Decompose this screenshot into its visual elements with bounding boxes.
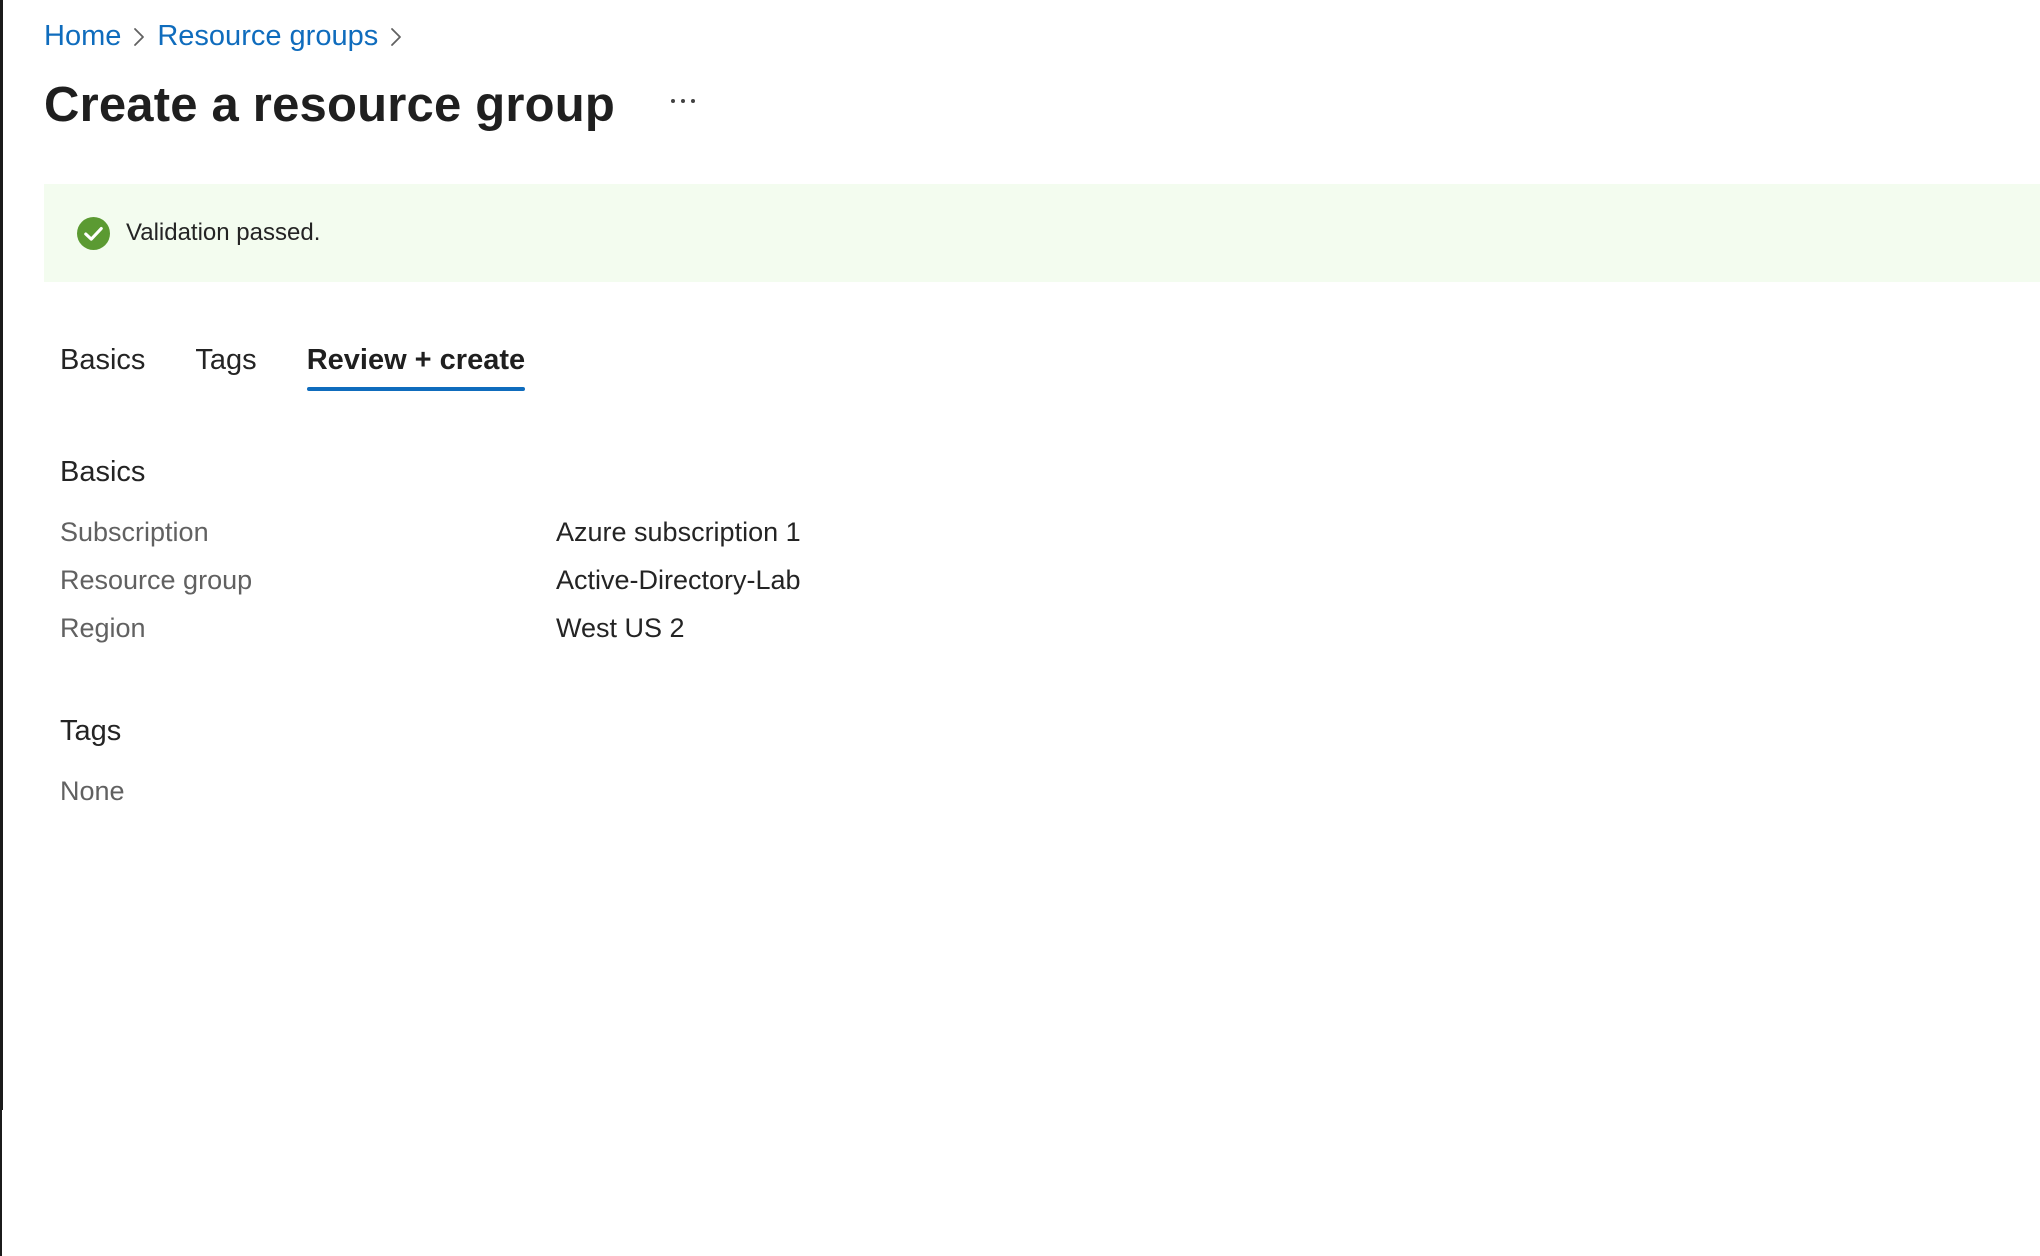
check-circle-icon [77,216,110,250]
breadcrumb: Home Resource groups [44,14,414,58]
summary-value: West US 2 [556,613,685,643]
tab-list: Basics Tags Review + create [44,334,559,396]
chevron-right-icon [378,14,414,58]
summary-row-resource-group: Resource group Active-Directory-Lab [60,565,1260,605]
tab-review-create[interactable]: Review + create [291,334,541,391]
validation-message: Validation passed. [126,219,321,246]
tags-none-text: None [60,776,125,806]
breadcrumb-home-link[interactable]: Home [44,20,121,53]
chevron-right-icon [121,14,157,58]
tags-section: Tags [60,715,121,748]
ellipsis-icon [671,99,696,103]
section-heading-tags: Tags [60,715,122,747]
summary-row-region: Region West US 2 [60,613,1260,653]
tab-label: Basics [60,344,146,376]
tab-basics[interactable]: Basics [44,334,161,386]
summary-label: Region [60,613,146,643]
page: Home Resource groups Create a resource g… [0,0,2040,1256]
window-edge [0,0,3,1110]
summary-value: Active-Directory-Lab [556,565,801,595]
page-title: Create a resource group [44,78,616,132]
title-row: Create a resource group [44,70,707,140]
tab-label: Review + create [306,344,526,376]
summary-label: Subscription [60,517,209,547]
summary-row-subscription: Subscription Azure subscription 1 [60,517,1260,557]
breadcrumb-resource-groups-link[interactable]: Resource groups [157,20,378,53]
summary-label: Resource group [60,565,253,595]
more-options-button[interactable] [659,77,707,125]
tab-label: Tags [195,344,257,376]
basics-section: Basics [60,456,145,489]
validation-banner: Validation passed. [44,184,2040,282]
summary-value: Azure subscription 1 [556,517,801,547]
window-edge-bottom [0,1110,2,1256]
section-heading-basics: Basics [60,456,146,488]
tab-tags[interactable]: Tags [179,334,272,386]
active-tab-indicator [306,387,526,391]
